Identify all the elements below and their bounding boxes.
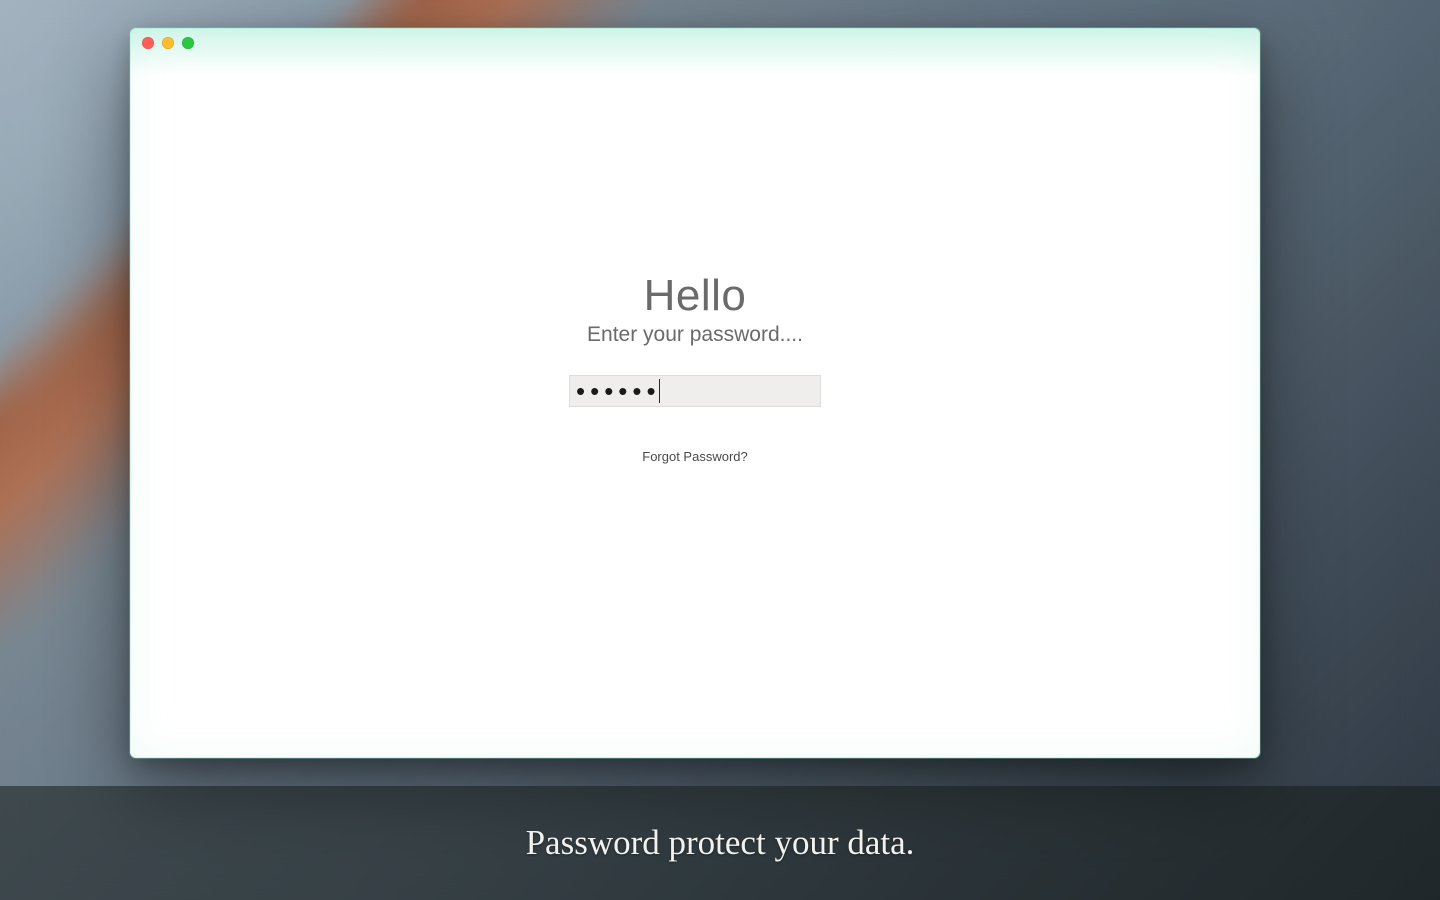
lock-screen-content: Hello Enter your password.... •••••• For… bbox=[130, 28, 1260, 732]
fullscreen-icon[interactable] bbox=[182, 37, 194, 49]
forgot-password-link[interactable]: Forgot Password? bbox=[642, 449, 748, 464]
password-masked-value: •••••• bbox=[576, 378, 661, 404]
close-icon[interactable] bbox=[142, 37, 154, 49]
caption-bar: Password protect your data. bbox=[0, 786, 1440, 900]
app-window: Hello Enter your password.... •••••• For… bbox=[130, 28, 1260, 758]
text-caret-icon bbox=[659, 379, 660, 403]
window-controls bbox=[142, 37, 194, 49]
minimize-icon[interactable] bbox=[162, 37, 174, 49]
password-input[interactable]: •••••• bbox=[569, 375, 821, 407]
caption-text: Password protect your data. bbox=[526, 823, 915, 863]
password-prompt: Enter your password.... bbox=[587, 323, 803, 347]
greeting-title: Hello bbox=[644, 271, 747, 321]
